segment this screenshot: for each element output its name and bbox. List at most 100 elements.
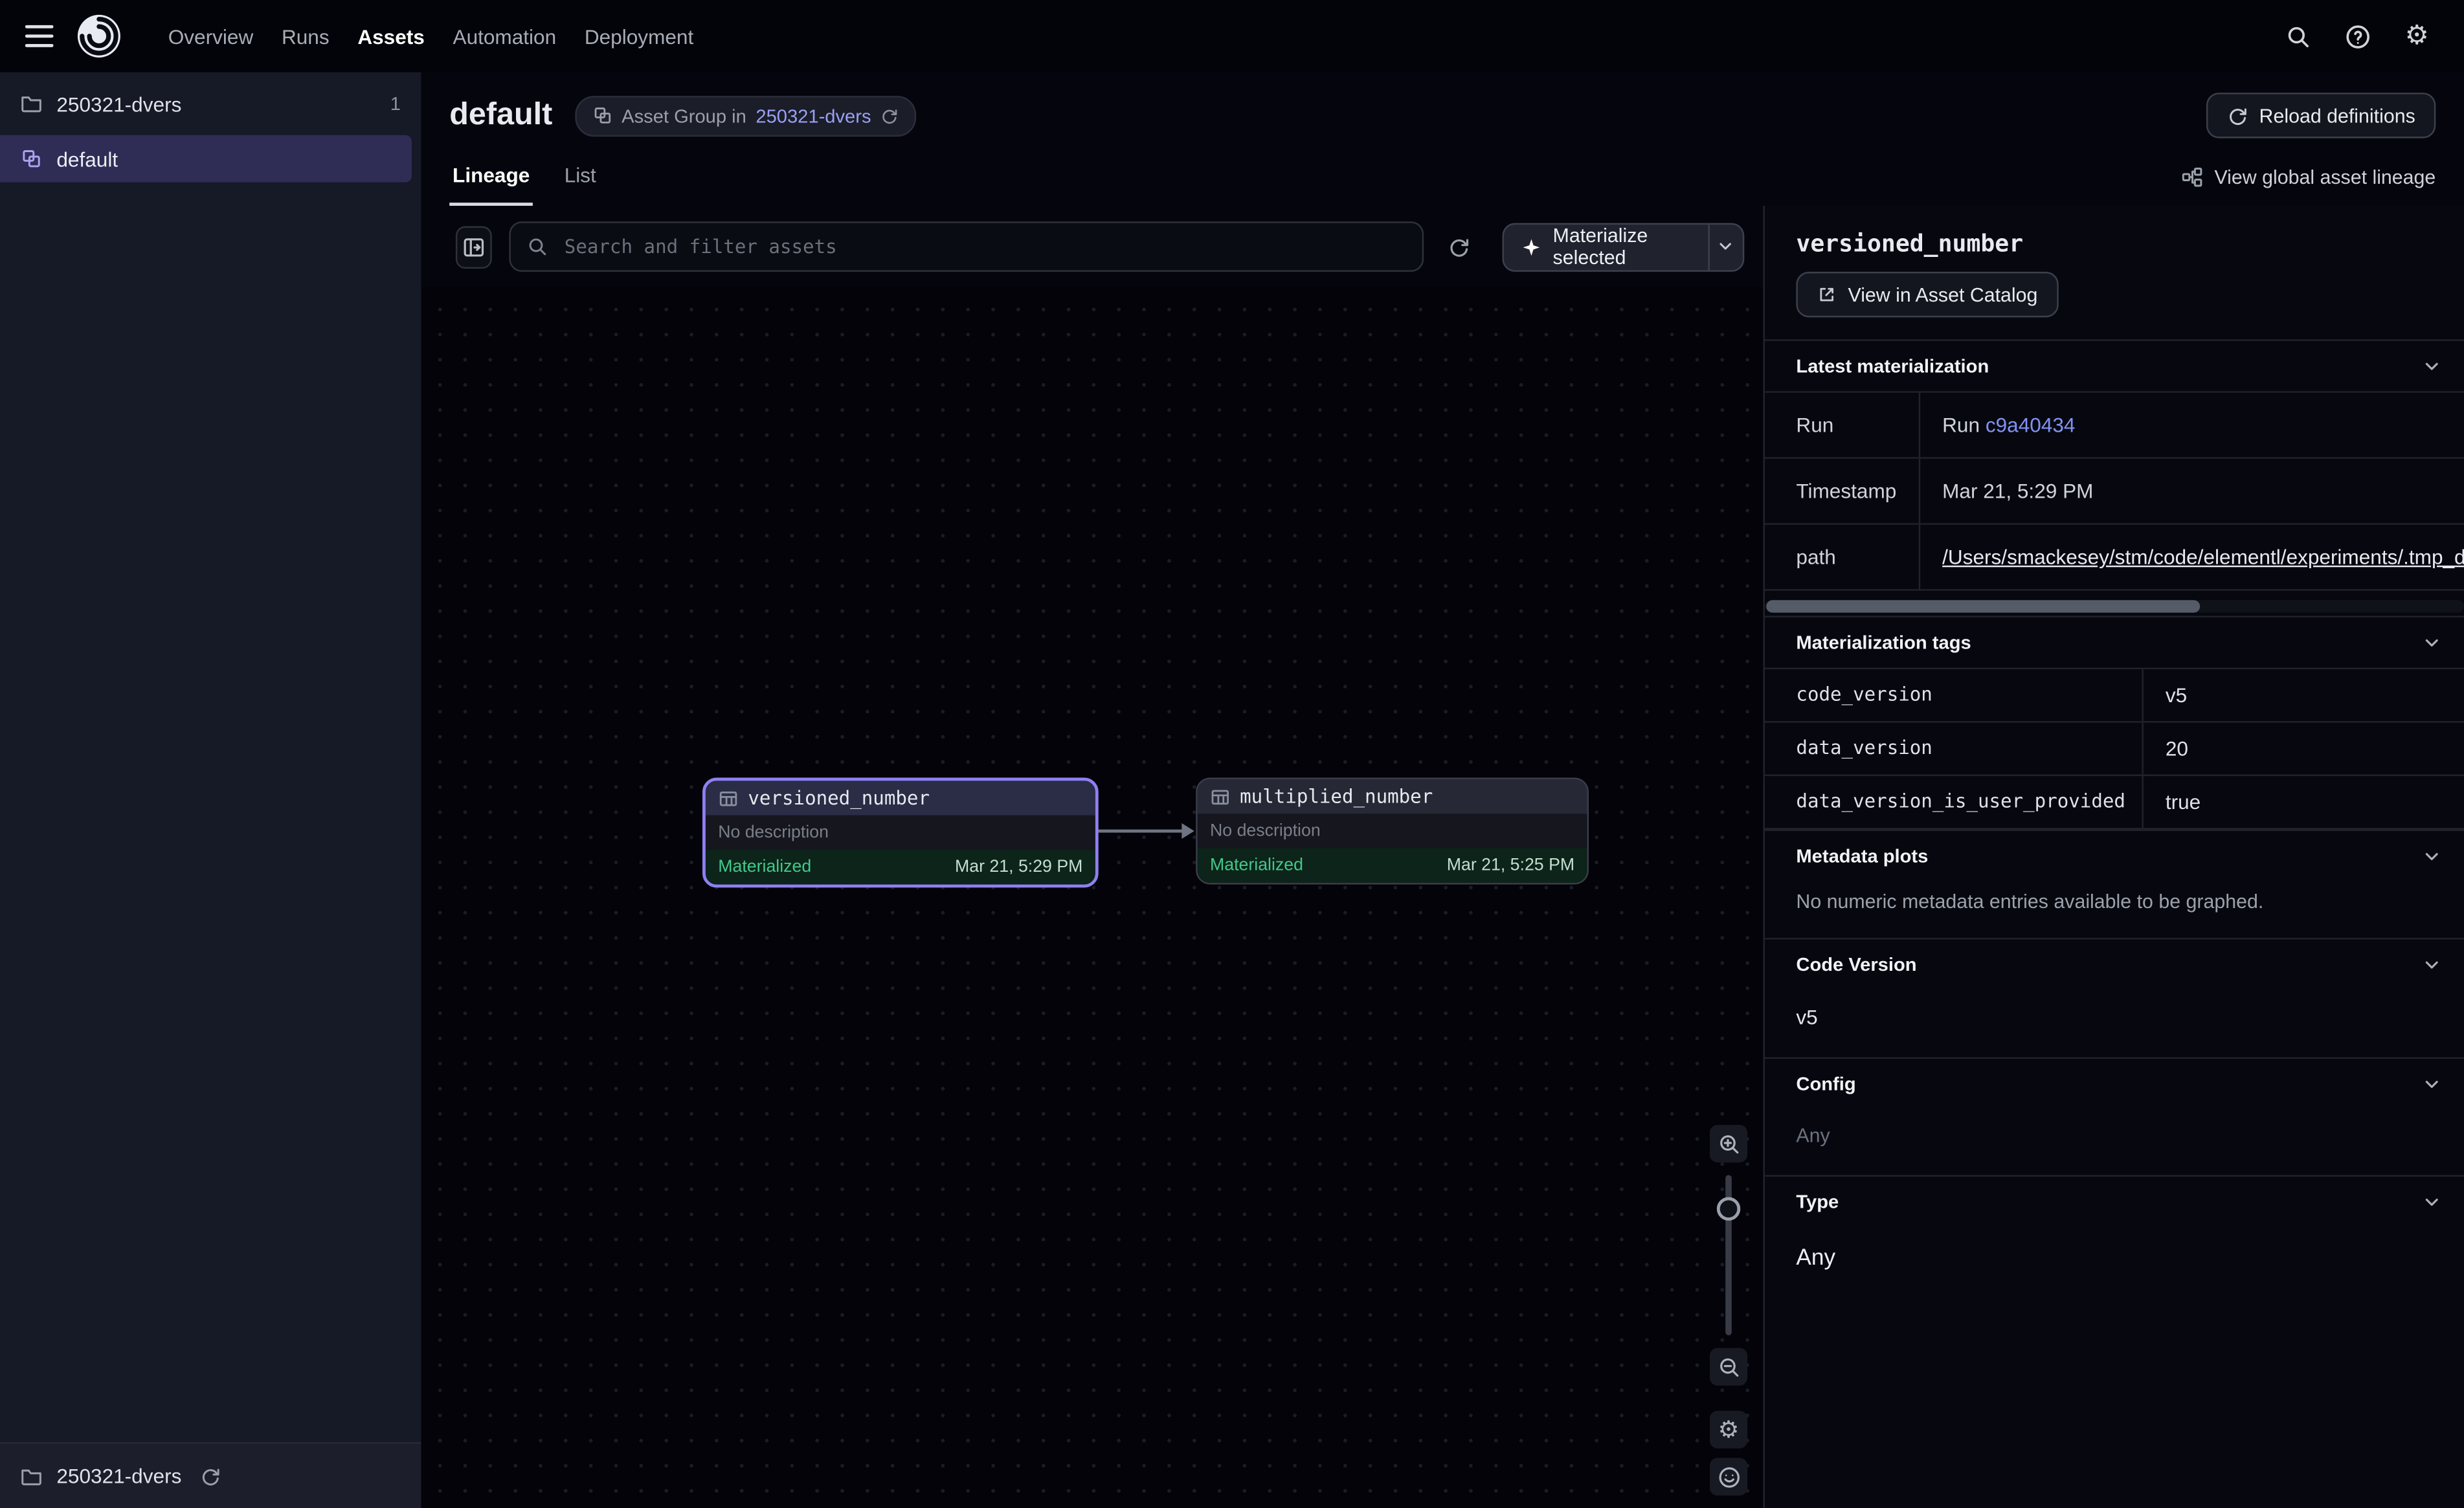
collapse-sidebar-button[interactable] bbox=[456, 225, 492, 268]
materialize-selected-button[interactable]: Materialize selected bbox=[1503, 222, 1744, 271]
materialization-row: Materialized Mar 21, 5:29 PM bbox=[706, 850, 1095, 884]
zoom-out-button[interactable] bbox=[1710, 1348, 1747, 1386]
asset-search[interactable] bbox=[510, 221, 1424, 272]
sidebar-footer-label: 250321-dvers bbox=[56, 1464, 181, 1487]
badge-repo-link[interactable]: 250321-dvers bbox=[756, 104, 871, 126]
table-icon bbox=[718, 788, 739, 808]
zoom-slider-handle[interactable] bbox=[1717, 1197, 1740, 1221]
asset-description: No description bbox=[1198, 814, 1587, 848]
external-link-icon bbox=[1817, 284, 1837, 305]
nav-item-overview[interactable]: Overview bbox=[154, 15, 267, 58]
tab-list[interactable]: List bbox=[561, 150, 599, 206]
status-badge: Materialized bbox=[718, 858, 811, 876]
lineage-pane: Materialize selected bbox=[421, 206, 1764, 1508]
sidebar-group-count: 1 bbox=[390, 93, 401, 115]
folder-icon bbox=[21, 93, 43, 115]
materialization-row: Materialized Mar 21, 5:25 PM bbox=[1198, 848, 1587, 883]
type-value: Any bbox=[1765, 1227, 2464, 1300]
search-icon bbox=[527, 236, 549, 258]
section-config[interactable]: Config bbox=[1765, 1058, 2464, 1109]
main-nav: Overview Runs Assets Automation Deployme… bbox=[154, 15, 708, 58]
folder-icon bbox=[21, 1465, 43, 1487]
sparkle-icon bbox=[1521, 236, 1542, 257]
zoom-slider[interactable] bbox=[1710, 1172, 1747, 1338]
sidebar-footer[interactable]: 250321-dvers bbox=[0, 1442, 421, 1508]
gear-icon[interactable]: ⚙ bbox=[2395, 14, 2439, 58]
reload-icon bbox=[2226, 104, 2248, 126]
lineage-toolbar: Materialize selected bbox=[421, 206, 1764, 287]
chevron-down-icon[interactable] bbox=[2421, 846, 2442, 867]
refresh-icon[interactable] bbox=[880, 106, 899, 125]
refresh-icon[interactable] bbox=[199, 1465, 221, 1487]
view-in-asset-catalog-button[interactable]: View in Asset Catalog bbox=[1796, 272, 2058, 317]
chevron-down-icon[interactable] bbox=[2421, 1192, 2442, 1212]
asset-search-input[interactable] bbox=[561, 234, 1407, 260]
tab-lineage[interactable]: Lineage bbox=[449, 150, 533, 206]
nav-item-automation[interactable]: Automation bbox=[439, 15, 570, 58]
sidebar-group-label: 250321-dvers bbox=[56, 92, 181, 115]
table-row: data_version_is_user_provided true bbox=[1765, 775, 2464, 830]
metadata-plots-empty-text: No numeric metadata entries available to… bbox=[1765, 882, 2464, 938]
top-nav: Overview Runs Assets Automation Deployme… bbox=[0, 0, 2464, 72]
chevron-down-icon[interactable] bbox=[2421, 1074, 2442, 1094]
dagster-logo[interactable] bbox=[76, 12, 123, 60]
section-metadata-plots[interactable]: Metadata plots bbox=[1765, 830, 2464, 882]
page-header: default Asset Group in 250321-dvers bbox=[421, 72, 2464, 150]
main-area: default Asset Group in 250321-dvers bbox=[421, 72, 2464, 1508]
section-latest-materialization[interactable]: Latest materialization bbox=[1765, 339, 2464, 391]
table-icon bbox=[1210, 786, 1231, 807]
latest-materialization-table: Run Run c9a40434 Timestamp Mar 21, 5:29 … bbox=[1765, 391, 2464, 590]
refresh-graph-button[interactable] bbox=[1441, 227, 1475, 267]
reload-definitions-button[interactable]: Reload definitions bbox=[2206, 93, 2436, 138]
canvas-settings-gear-icon[interactable]: ⚙ bbox=[1710, 1411, 1747, 1448]
chevron-down-icon[interactable] bbox=[2421, 955, 2442, 975]
lineage-edge bbox=[1097, 830, 1191, 833]
table-row: code_version v5 bbox=[1765, 668, 2464, 722]
search-icon[interactable] bbox=[2276, 14, 2320, 58]
app: Overview Runs Assets Automation Deployme… bbox=[0, 0, 2464, 1508]
scrollbar-thumb[interactable] bbox=[1766, 600, 2200, 612]
view-global-lineage-link[interactable]: View global asset lineage bbox=[2181, 166, 2436, 188]
asset-detail-panel: versioned_number View in Asset Catalog L… bbox=[1763, 206, 2464, 1508]
asset-sidebar: 250321-dvers 1 default 250321-dvers bbox=[0, 72, 421, 1508]
zoom-in-button[interactable] bbox=[1710, 1125, 1747, 1162]
asset-group-icon bbox=[592, 105, 612, 126]
asset-description: No description bbox=[706, 815, 1095, 850]
section-code-version[interactable]: Code Version bbox=[1765, 938, 2464, 990]
materialization-time: Mar 21, 5:25 PM bbox=[1447, 856, 1574, 875]
table-row: Timestamp Mar 21, 5:29 PM bbox=[1765, 457, 2464, 523]
table-row: data_version 20 bbox=[1765, 721, 2464, 775]
sidebar-group-row[interactable]: 250321-dvers 1 bbox=[0, 72, 421, 135]
page-title: default bbox=[449, 97, 552, 133]
asset-node-multiplied-number[interactable]: multiplied_number No description Materia… bbox=[1196, 778, 1589, 885]
asset-detail-title: versioned_number bbox=[1765, 206, 2464, 272]
table-row: Run Run c9a40434 bbox=[1765, 391, 2464, 457]
nav-item-assets[interactable]: Assets bbox=[343, 15, 438, 58]
asset-group-badge: Asset Group in 250321-dvers bbox=[574, 95, 917, 136]
status-badge: Materialized bbox=[1210, 856, 1303, 875]
materialization-time: Mar 21, 5:29 PM bbox=[955, 858, 1082, 876]
section-type[interactable]: Type bbox=[1765, 1175, 2464, 1227]
nav-item-runs[interactable]: Runs bbox=[267, 15, 343, 58]
horizontal-scrollbar[interactable] bbox=[1765, 600, 2464, 612]
asset-node-versioned-number[interactable]: versioned_number No description Material… bbox=[702, 778, 1099, 888]
help-icon[interactable] bbox=[2335, 14, 2379, 58]
tabs-row: Lineage List View global asset lineage bbox=[421, 150, 2464, 206]
run-id-link[interactable]: c9a40434 bbox=[1986, 413, 2076, 436]
materialization-tags-table: code_version v5 data_version 20 data_ver… bbox=[1765, 668, 2464, 830]
menu-icon[interactable] bbox=[25, 25, 54, 47]
lineage-canvas[interactable]: versioned_number No description Material… bbox=[421, 287, 1764, 1508]
sidebar-item-default[interactable]: default bbox=[0, 135, 412, 183]
chevron-down-icon[interactable] bbox=[2421, 632, 2442, 653]
code-version-value: v5 bbox=[1765, 990, 2464, 1057]
chevron-down-icon[interactable] bbox=[2421, 356, 2442, 377]
asset-group-icon bbox=[21, 148, 43, 170]
asset-name: multiplied_number bbox=[1240, 786, 1433, 808]
lineage-graph-icon bbox=[2181, 166, 2203, 188]
path-link[interactable]: /Users/smackesey/stm/code/elementl/exper… bbox=[1942, 545, 2464, 568]
section-materialization-tags[interactable]: Materialization tags bbox=[1765, 616, 2464, 668]
materialize-dropdown-caret[interactable] bbox=[1707, 224, 1742, 269]
nav-item-deployment[interactable]: Deployment bbox=[570, 15, 708, 58]
config-value: Any bbox=[1765, 1109, 2464, 1175]
feedback-smiley-icon[interactable] bbox=[1710, 1458, 1747, 1496]
